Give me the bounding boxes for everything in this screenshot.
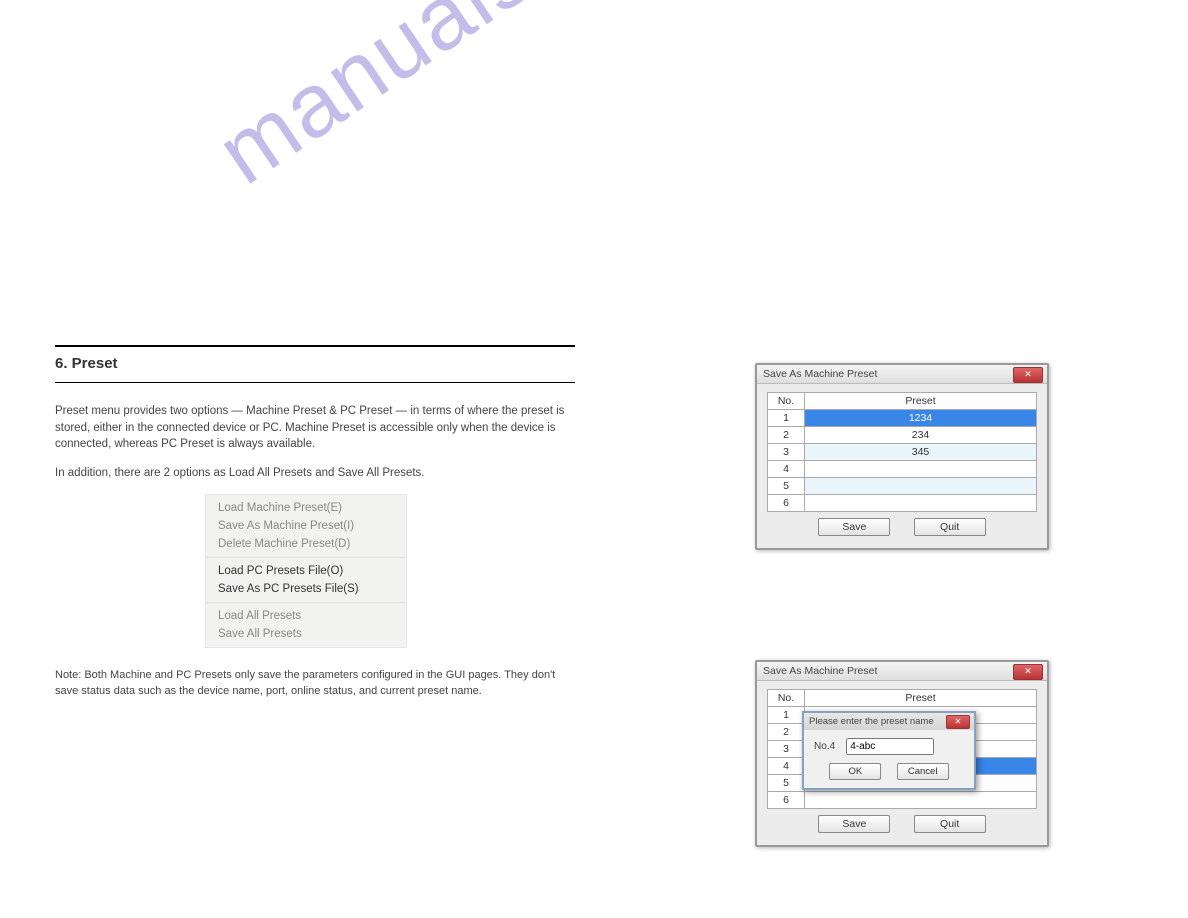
- ok-button[interactable]: OK: [829, 763, 881, 780]
- menu-item[interactable]: Load All Presets: [206, 607, 406, 625]
- save-button[interactable]: Save: [818, 518, 890, 536]
- menu-item[interactable]: Load PC Presets File(O): [206, 562, 406, 580]
- row-no: 3: [768, 741, 805, 758]
- close-icon[interactable]: ✕: [946, 715, 970, 729]
- cancel-button[interactable]: Cancel: [897, 763, 949, 780]
- row-preset[interactable]: 234: [805, 427, 1037, 444]
- row-no: 2: [768, 724, 805, 741]
- close-icon[interactable]: ✕: [1013, 664, 1043, 680]
- row-preset[interactable]: 345: [805, 444, 1037, 461]
- section-title: 6. Preset: [55, 345, 575, 383]
- row-no: 6: [768, 495, 805, 512]
- save-preset-dialog-1: Save As Machine Preset ✕ No. Preset 1123…: [755, 363, 1049, 550]
- dialog-title: Save As Machine Preset ✕: [757, 365, 1047, 384]
- intro-text-2: In addition, there are 2 options as Load…: [55, 465, 575, 482]
- preset-name-dialog: Please enter the preset name ✕ No.4 OK C…: [802, 711, 976, 790]
- quit-button[interactable]: Quit: [914, 815, 986, 833]
- row-preset[interactable]: [805, 495, 1037, 512]
- menu-item[interactable]: Save As PC Presets File(S): [206, 580, 406, 598]
- menu-item[interactable]: Save As Machine Preset(I): [206, 517, 406, 535]
- left-column: 6. Preset Preset menu provides two optio…: [55, 345, 575, 865]
- dialog-title-text: Save As Machine Preset: [763, 368, 877, 380]
- right-column: Save As Machine Preset ✕ No. Preset 1123…: [635, 345, 1133, 865]
- row-preset[interactable]: [805, 461, 1037, 478]
- save-button[interactable]: Save: [818, 815, 890, 833]
- close-icon[interactable]: ✕: [1013, 367, 1043, 383]
- save-preset-dialog-2: Save As Machine Preset ✕ No. Preset 1 2 …: [755, 660, 1049, 847]
- row-no: 6: [768, 792, 805, 809]
- inner-title-text: Please enter the preset name: [809, 716, 934, 727]
- row-no: 4: [768, 758, 805, 775]
- row-no: 2: [768, 427, 805, 444]
- preset-menu-mock: Load Machine Preset(E) Save As Machine P…: [205, 494, 407, 648]
- row-preset[interactable]: [805, 478, 1037, 495]
- inner-label: No.4: [814, 741, 835, 752]
- row-no: 5: [768, 478, 805, 495]
- row-no: 1: [768, 410, 805, 427]
- watermark-text: manualshive.com: [200, 0, 863, 205]
- row-no: 4: [768, 461, 805, 478]
- menu-item[interactable]: Save All Presets: [206, 625, 406, 643]
- row-no: 5: [768, 775, 805, 792]
- note-text: Note: Both Machine and PC Presets only s…: [55, 668, 575, 700]
- row-preset[interactable]: [805, 792, 1037, 809]
- dialog-title: Save As Machine Preset ✕: [757, 662, 1047, 681]
- col-no: No.: [768, 393, 805, 410]
- col-preset: Preset: [805, 393, 1037, 410]
- inner-dialog-title: Please enter the preset name ✕: [804, 713, 974, 730]
- row-no: 3: [768, 444, 805, 461]
- col-no: No.: [768, 690, 805, 707]
- preset-name-input[interactable]: [846, 738, 934, 755]
- intro-text-1: Preset menu provides two options — Machi…: [55, 403, 575, 453]
- page-body: 6. Preset Preset menu provides two optio…: [55, 345, 1133, 865]
- menu-item[interactable]: Load Machine Preset(E): [206, 499, 406, 517]
- preset-table: No. Preset 11234 2234 3345 4 5 6: [767, 392, 1037, 512]
- menu-item[interactable]: Delete Machine Preset(D): [206, 535, 406, 553]
- dialog-title-text: Save As Machine Preset: [763, 665, 877, 677]
- col-preset: Preset: [805, 690, 1037, 707]
- quit-button[interactable]: Quit: [914, 518, 986, 536]
- row-no: 1: [768, 707, 805, 724]
- row-preset[interactable]: 1234: [805, 410, 1037, 427]
